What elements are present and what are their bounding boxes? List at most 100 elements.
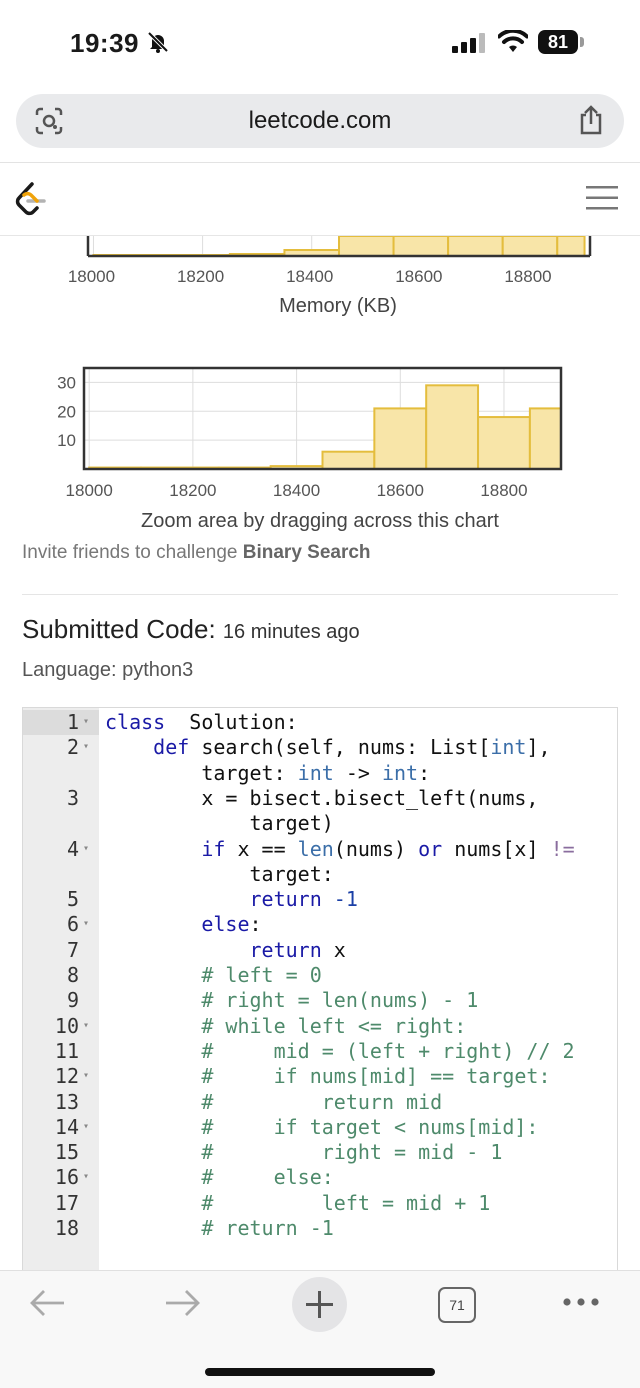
zoom-histogram[interactable]: 10 20 30 18000 18200 18400 18600 18800 Zoom area… <box>0 360 640 535</box>
x-tick-label: 18400 <box>286 267 333 286</box>
tab-count-button[interactable]: 71 <box>438 1287 476 1323</box>
battery-level: 81 <box>538 30 578 54</box>
x-tick-label: 18200 <box>177 267 224 286</box>
code-text: if x == len(nums) or nums[x] != <box>201 836 575 861</box>
line-number: 10 <box>54 1013 79 1038</box>
code-text: return x <box>249 937 346 962</box>
code-text: target: int -> int: <box>105 760 431 785</box>
zoom-chart[interactable]: 10 20 30 18000 18200 18400 18600 18800 Zoom area… <box>0 360 640 535</box>
histogram-bar <box>321 450 376 470</box>
line-number: 5 <box>66 887 79 912</box>
code-text: # mid = (left + right) // 2 <box>105 1038 575 1063</box>
code-line[interactable]: target: int -> int: <box>23 761 617 786</box>
code-line[interactable]: 14 ▾ # if target < nums[mid]: <box>23 1115 617 1140</box>
site-header <box>0 163 640 236</box>
y-tick-label: 30 <box>57 373 76 392</box>
y-tick-label: 20 <box>57 402 76 421</box>
fold-arrow-icon[interactable]: ▾ <box>83 1121 89 1132</box>
line-number: 8 <box>66 963 79 987</box>
invite-prefix: Invite friends to challenge <box>22 542 243 563</box>
x-tick-label: 18600 <box>377 481 424 500</box>
histogram-bar <box>425 384 480 470</box>
code-text: # if nums[mid] == target: <box>105 1064 551 1089</box>
submitted-code-header: Submitted Code: 16 minutes ago <box>22 614 360 645</box>
code-line[interactable]: 5 return -1 <box>23 887 617 912</box>
code-text: # right = len(nums) - 1 <box>105 988 479 1013</box>
histogram-bar <box>528 407 562 470</box>
divider <box>22 594 618 595</box>
fold-arrow-icon[interactable]: ▾ <box>83 1171 89 1182</box>
back-arrow-icon[interactable] <box>28 1287 66 1324</box>
line-number: 17 <box>54 1190 79 1215</box>
code-line[interactable]: 8 # left = 0 <box>23 963 617 988</box>
memory-histogram[interactable]: 18000 18200 18400 18600 18800 Memory (KB) <box>0 235 640 326</box>
line-number: 13 <box>54 1089 79 1114</box>
code-line[interactable]: 17 # left = mid + 1 <box>23 1191 617 1216</box>
code-line[interactable]: 1 ▾ class Solution: <box>23 710 617 735</box>
plus-icon <box>306 1291 333 1318</box>
invite-topic-link[interactable]: Binary Search <box>243 542 371 563</box>
x-tick-label: 18800 <box>480 481 527 500</box>
hamburger-menu-icon[interactable] <box>586 185 618 216</box>
leetcode-logo-icon[interactable] <box>14 181 48 224</box>
code-text: # left = 0 <box>105 963 322 987</box>
language-label: Language: python3 <box>22 659 194 681</box>
line-number: 3 <box>66 785 79 810</box>
code-line[interactable]: 12 ▾ # if nums[mid] == target: <box>23 1064 617 1089</box>
fold-arrow-icon[interactable]: ▾ <box>83 1020 89 1031</box>
code-text: # right = mid - 1 <box>105 1140 503 1165</box>
code-line[interactable]: 3 x = bisect.bisect_left(nums, <box>23 786 617 811</box>
address-bar[interactable]: leetcode.com <box>16 94 624 148</box>
code-line[interactable]: 18 # return -1 <box>23 1216 617 1241</box>
y-tick-label: 10 <box>57 431 76 450</box>
forward-arrow-icon[interactable] <box>164 1287 202 1324</box>
code-line[interactable]: 15 # right = mid - 1 <box>23 1140 617 1165</box>
line-number: 9 <box>66 988 79 1013</box>
code-text: class Solution: <box>105 710 298 734</box>
wifi-icon <box>497 28 529 59</box>
code-text: # left = mid + 1 <box>105 1190 491 1215</box>
memory-chart[interactable]: 18000 18200 18400 18600 18800 Memory (KB) <box>0 235 640 326</box>
code-line[interactable]: 9 # right = len(nums) - 1 <box>23 988 617 1013</box>
code-line[interactable]: target: <box>23 862 617 887</box>
histogram-bar <box>556 235 586 257</box>
code-line[interactable]: 2 ▾ def search(self, nums: List[int], <box>23 735 617 760</box>
new-tab-button[interactable] <box>292 1277 347 1332</box>
more-options-icon[interactable] <box>562 1295 600 1313</box>
code-text: # return -1 <box>105 1216 334 1240</box>
line-number: 1 <box>66 710 79 734</box>
code-line[interactable]: 6 ▾ else: <box>23 912 617 937</box>
x-tick-label: 18800 <box>504 267 551 286</box>
code-text: # return mid <box>105 1089 443 1114</box>
code-line[interactable]: 13 # return mid <box>23 1090 617 1115</box>
code-line[interactable]: 4 ▾ if x == len(nums) or nums[x] != <box>23 837 617 862</box>
line-number: 7 <box>66 937 79 962</box>
line-number: 18 <box>54 1216 79 1240</box>
code-line[interactable]: 10 ▾ # while left <= right: <box>23 1014 617 1039</box>
submitted-title: Submitted Code: <box>22 614 216 644</box>
fold-arrow-icon[interactable]: ▾ <box>83 1070 89 1081</box>
histogram-bar <box>338 235 395 257</box>
code-text: # while left <= right: <box>105 1013 467 1038</box>
line-number: 2 <box>66 735 79 760</box>
share-icon[interactable] <box>576 104 606 141</box>
bell-muted-icon <box>146 30 170 59</box>
fold-arrow-icon[interactable]: ▾ <box>83 918 89 929</box>
url-text[interactable]: leetcode.com <box>16 107 624 135</box>
code-line[interactable]: 7 return x <box>23 938 617 963</box>
code-line[interactable]: 11 # mid = (left + right) // 2 <box>23 1039 617 1064</box>
fold-arrow-icon[interactable]: ▾ <box>83 843 89 854</box>
fold-arrow-icon[interactable]: ▾ <box>83 716 89 727</box>
line-number: 12 <box>54 1064 79 1089</box>
line-number: 14 <box>54 1114 79 1139</box>
invite-text: Invite friends to challenge Binary Searc… <box>22 542 371 564</box>
x-tick-label: 18000 <box>68 267 115 286</box>
code-line[interactable]: 16 ▾ # else: <box>23 1165 617 1190</box>
code-line[interactable]: target) <box>23 811 617 836</box>
fold-arrow-icon[interactable]: ▾ <box>83 741 89 752</box>
line-number: 15 <box>54 1140 79 1165</box>
line-number: 11 <box>54 1038 79 1063</box>
x-tick-label: 18000 <box>66 481 113 500</box>
code-editor[interactable]: 1 ▾ class Solution: 2 ▾ def search(self, num… <box>22 707 618 1289</box>
zoom-caption: Zoom area by dragging across this chart <box>141 510 499 532</box>
